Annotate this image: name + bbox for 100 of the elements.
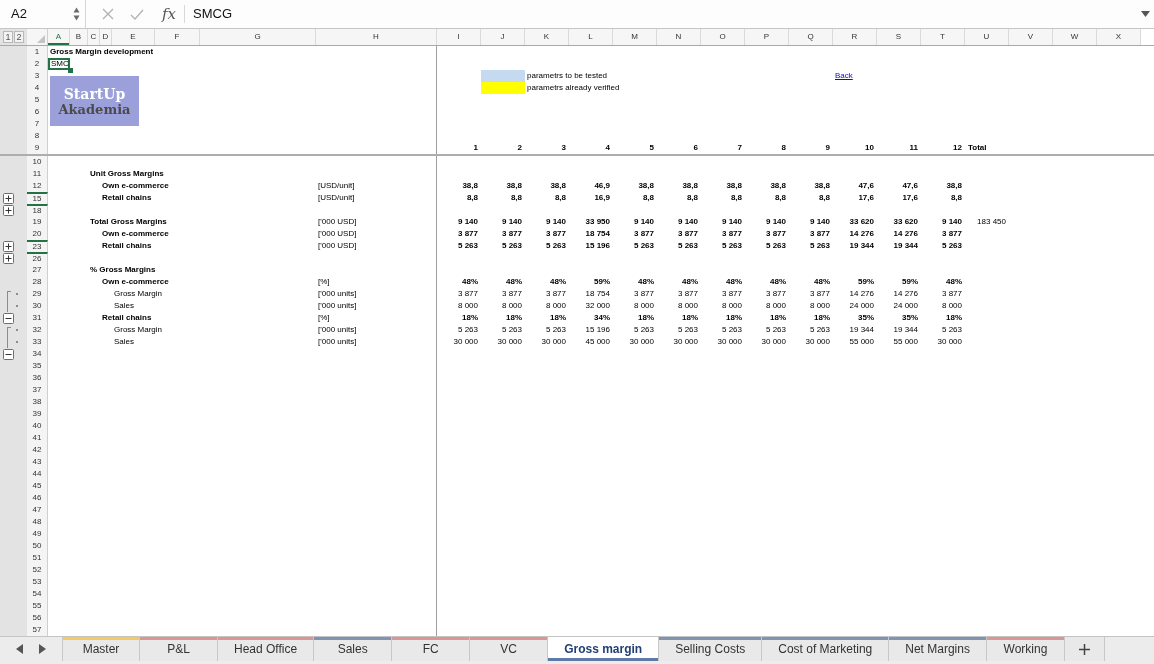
column-header[interactable]: M [613, 29, 657, 45]
row-number[interactable]: 5 [27, 94, 48, 106]
column-header[interactable]: P [745, 29, 789, 45]
sheet-tab[interactable]: Selling Costs [659, 637, 763, 661]
caret-right-icon[interactable] [39, 644, 46, 654]
row-number[interactable]: 26 [27, 252, 48, 264]
row-number[interactable]: 55 [27, 600, 48, 612]
row-number[interactable]: 6 [27, 106, 48, 118]
row-number[interactable]: 48 [27, 516, 48, 528]
outline-level-button[interactable]: 2 [14, 31, 24, 43]
row-number[interactable]: 42 [27, 444, 48, 456]
row-number[interactable]: 20 [27, 228, 48, 240]
column-header[interactable]: C [88, 29, 100, 45]
row-number[interactable]: 28 [27, 276, 48, 288]
sheet-tab[interactable]: FC [392, 637, 471, 661]
row-number[interactable]: 43 [27, 456, 48, 468]
column-header[interactable]: V [1009, 29, 1053, 45]
row-number[interactable]: 44 [27, 468, 48, 480]
plus-icon[interactable] [3, 205, 14, 216]
column-header[interactable]: K [525, 29, 569, 45]
column-header[interactable]: A [48, 29, 70, 45]
minus-icon[interactable] [3, 313, 14, 324]
row-number[interactable]: 15 [27, 192, 48, 204]
row-number[interactable]: 38 [27, 396, 48, 408]
column-header[interactable]: X [1097, 29, 1141, 45]
plus-icon[interactable] [3, 193, 14, 204]
row-number[interactable]: 29 [27, 288, 48, 300]
sheet-tab[interactable]: Master [62, 637, 140, 661]
plus-icon[interactable] [3, 241, 14, 252]
back-link[interactable]: Back [833, 70, 921, 82]
row-number[interactable]: 47 [27, 504, 48, 516]
sheet-tab[interactable]: P&L [140, 637, 218, 661]
minus-icon[interactable] [3, 349, 14, 360]
column-header[interactable]: R [833, 29, 877, 45]
row-number[interactable]: 35 [27, 360, 48, 372]
row-number[interactable]: 1 [27, 46, 48, 58]
column-header[interactable]: F [155, 29, 200, 45]
column-header[interactable]: E [112, 29, 155, 45]
column-header[interactable]: O [701, 29, 745, 45]
row-number[interactable]: 51 [27, 552, 48, 564]
row-number[interactable]: 11 [27, 168, 48, 180]
sheet-tab[interactable]: VC [470, 637, 549, 661]
sheet-tab[interactable]: Head Office [218, 637, 315, 661]
sheet-tab[interactable]: Cost of Marketing [762, 637, 890, 661]
row-number[interactable]: 32 [27, 324, 48, 336]
check-icon[interactable] [130, 8, 144, 20]
caret-down-icon[interactable] [1141, 11, 1150, 17]
row-number[interactable]: 4 [27, 82, 48, 94]
sheet-tab[interactable]: Working [986, 637, 1065, 661]
outline-level-button[interactable]: 1 [3, 31, 13, 43]
row-number[interactable]: 40 [27, 420, 48, 432]
column-header[interactable]: B [70, 29, 88, 45]
row-number[interactable]: 41 [27, 432, 48, 444]
sheet-tab[interactable]: Net Margins [889, 637, 987, 661]
row-number[interactable]: 19 [27, 216, 48, 228]
row-number[interactable]: 2 [27, 58, 48, 70]
plus-icon[interactable] [3, 253, 14, 264]
column-header[interactable]: D [100, 29, 112, 45]
formula-field[interactable]: SMCG [185, 0, 1141, 28]
sheet-tab[interactable]: Sales [314, 637, 393, 661]
name-box[interactable]: A2 [11, 4, 27, 24]
column-header[interactable]: W [1053, 29, 1097, 45]
column-header[interactable]: J [481, 29, 525, 45]
row-number[interactable]: 7 [27, 118, 48, 130]
row-number[interactable]: 23 [27, 240, 48, 252]
row-number[interactable]: 10 [27, 156, 48, 168]
column-header[interactable]: U [965, 29, 1009, 45]
row-number[interactable]: 31 [27, 312, 48, 324]
row-number[interactable]: 8 [27, 130, 48, 142]
column-header[interactable]: Q [789, 29, 833, 45]
row-number[interactable]: 46 [27, 492, 48, 504]
row-number[interactable]: 3 [27, 70, 48, 82]
fill-handle-icon[interactable] [68, 68, 73, 73]
row-number[interactable]: 54 [27, 588, 48, 600]
row-number[interactable]: 18 [27, 204, 48, 216]
insert-function-button[interactable]: fx [160, 5, 185, 23]
row-number[interactable]: 36 [27, 372, 48, 384]
row-number[interactable]: 37 [27, 384, 48, 396]
column-header[interactable]: I [437, 29, 481, 45]
column-header[interactable]: N [657, 29, 701, 45]
row-number[interactable]: 45 [27, 480, 48, 492]
column-header[interactable]: L [569, 29, 613, 45]
column-header[interactable]: T [921, 29, 965, 45]
row-number[interactable]: 39 [27, 408, 48, 420]
row-number[interactable]: 27 [27, 264, 48, 276]
row-number[interactable]: 49 [27, 528, 48, 540]
column-header[interactable]: G [200, 29, 316, 45]
column-header[interactable]: S [877, 29, 921, 45]
row-number[interactable]: 34 [27, 348, 48, 360]
stepper-icon[interactable] [73, 7, 80, 21]
row-number[interactable]: 57 [27, 624, 48, 636]
caret-left-icon[interactable] [16, 644, 23, 654]
row-number[interactable]: 33 [27, 336, 48, 348]
row-number[interactable]: 30 [27, 300, 48, 312]
sheet-tab[interactable]: Gross margin [548, 637, 660, 661]
row-number[interactable]: 56 [27, 612, 48, 624]
row-number[interactable]: 50 [27, 540, 48, 552]
row-number[interactable]: 9 [27, 142, 48, 154]
row-number[interactable]: 12 [27, 180, 48, 192]
column-header[interactable]: H [316, 29, 437, 45]
